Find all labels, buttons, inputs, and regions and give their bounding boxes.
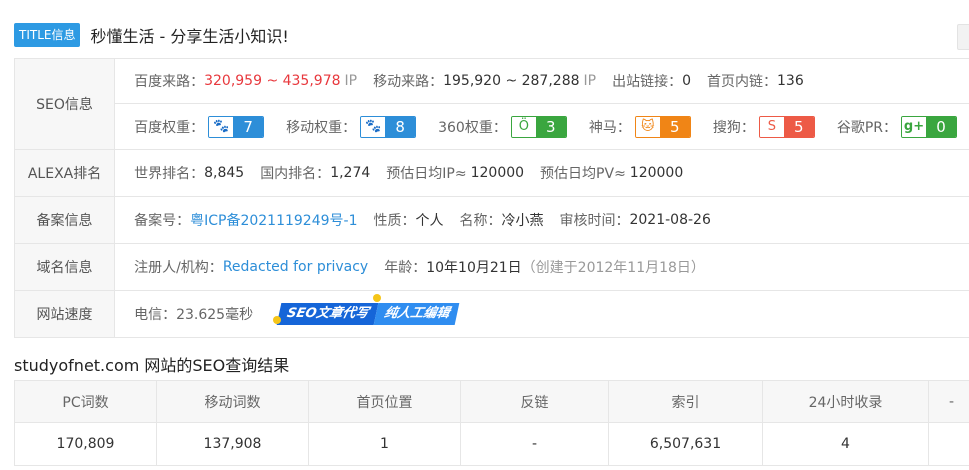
seo-label: SEO信息 <box>13 58 116 150</box>
icp-name: 名称： 冷小燕 <box>459 213 544 229</box>
icp-review-time: 审核时间： 2021-08-26 <box>559 212 711 229</box>
google-pr: 谷歌PR： g+ 0 <box>837 115 957 138</box>
sogou-icon: S <box>759 116 784 137</box>
corner-box[interactable] <box>957 24 969 50</box>
col-mobile-words: 移动词数 <box>156 380 309 423</box>
results-title: studyofnet.com 网站的SEO查询结果 <box>14 356 290 375</box>
shenma-weight-badge[interactable]: 🐱 5 <box>634 115 691 138</box>
icp-number: 备案号： 粤ICP备2021119249号-1 <box>134 210 357 230</box>
promo-banner[interactable]: SEO文章代写 纯人工编辑 <box>276 303 460 325</box>
col-extra: - <box>928 380 969 423</box>
baidu-weight: 百度权重： 🐾 7 <box>134 115 265 138</box>
promo-part1: SEO文章代写 <box>276 303 379 325</box>
google-pr-badge[interactable]: g+ 0 <box>901 115 957 138</box>
baidu-traffic-value: 320,959 ~ 435,978 <box>204 73 341 89</box>
mobile-traffic-value: 195,920 ~ 287,288 <box>443 73 580 89</box>
360-weight-badge[interactable]: Ö 3 <box>510 115 567 138</box>
icp-number-link[interactable]: 粤ICP备2021119249号-1 <box>190 210 357 230</box>
mobile-weight-badge[interactable]: 🐾 8 <box>360 115 417 138</box>
table-row: 170,809 137,908 1 - 6,507,631 4 <box>14 422 969 466</box>
domain-label: 域名信息 <box>13 243 116 291</box>
daily-pv: 预估日均PV≈ 120000 <box>540 165 684 182</box>
baidu-traffic: 百度来路： 320,959 ~ 435,978 IP <box>134 73 358 90</box>
mobile-weight: 移动权重： 🐾 8 <box>286 115 417 138</box>
360-icon: Ö <box>511 116 536 137</box>
speed-label: 网站速度 <box>13 290 116 338</box>
icp-label: 备案信息 <box>13 196 116 244</box>
extra-value <box>928 422 969 466</box>
shenma-icon: 🐱 <box>635 116 660 137</box>
alexa-label: ALEXA排名 <box>13 149 116 197</box>
360-weight: 360权重： Ö 3 <box>438 115 567 138</box>
promo-part2: 纯人工编辑 <box>374 303 460 325</box>
daily-ip: 预估日均IP≈ 120000 <box>386 165 525 182</box>
sogou-weight-badge[interactable]: S 5 <box>758 115 815 138</box>
promo-dot <box>373 294 382 302</box>
site-title: 秒懂生活 - 分享生活小知识! <box>90 27 289 46</box>
index-value: 6,507,631 <box>608 422 763 466</box>
seo-info-table: SEO信息 百度来路： 320,959 ~ 435,978 IP 移动来路： 1… <box>13 58 969 338</box>
registrant-link[interactable]: Redacted for privacy <box>223 259 368 275</box>
home-links: 首页内链： 136 <box>707 73 804 90</box>
telecom-speed: 电信：23.625毫秒 <box>134 307 254 323</box>
title-row: TITLE信息 秒懂生活 - 分享生活小知识! <box>14 22 289 48</box>
paw-icon: 🐾 <box>361 116 386 137</box>
google-plus-icon: g+ <box>902 116 926 137</box>
backlinks-value: - <box>460 422 609 466</box>
domain-age: 年龄： 10年10月21日 （创建于2012年11月18日） <box>384 260 705 276</box>
24h-indexed-value: 4 <box>762 422 929 466</box>
registrant: 注册人/机构： Redacted for privacy <box>134 259 369 276</box>
mobile-traffic: 移动来路： 195,920 ~ 287,288 IP <box>373 73 597 90</box>
sogou-weight: 搜狗： S 5 <box>713 115 815 138</box>
col-index: 索引 <box>608 380 763 423</box>
title-tag: TITLE信息 <box>14 23 81 47</box>
seo-results-table: PC词数 移动词数 首页位置 反链 索引 24小时收录 - 170,809 13… <box>14 380 969 466</box>
icp-nature: 性质： 个人 <box>373 213 444 229</box>
world-rank: 世界排名： 8,845 <box>134 165 245 182</box>
paw-icon: 🐾 <box>209 116 234 137</box>
outlinks: 出站链接： 0 <box>612 73 692 90</box>
baidu-weight-badge[interactable]: 🐾 7 <box>208 115 265 138</box>
mobile-words-value: 137,908 <box>156 422 309 466</box>
domestic-rank: 国内排名： 1,274 <box>260 165 371 182</box>
col-pc-words: PC词数 <box>14 380 157 423</box>
col-backlinks: 反链 <box>460 380 609 423</box>
shenma-weight: 神马： 🐱 5 <box>589 115 691 138</box>
home-position-value: 1 <box>308 422 461 466</box>
pc-words-value: 170,809 <box>14 422 157 466</box>
col-24h-indexed: 24小时收录 <box>762 380 929 423</box>
col-home-position: 首页位置 <box>308 380 461 423</box>
